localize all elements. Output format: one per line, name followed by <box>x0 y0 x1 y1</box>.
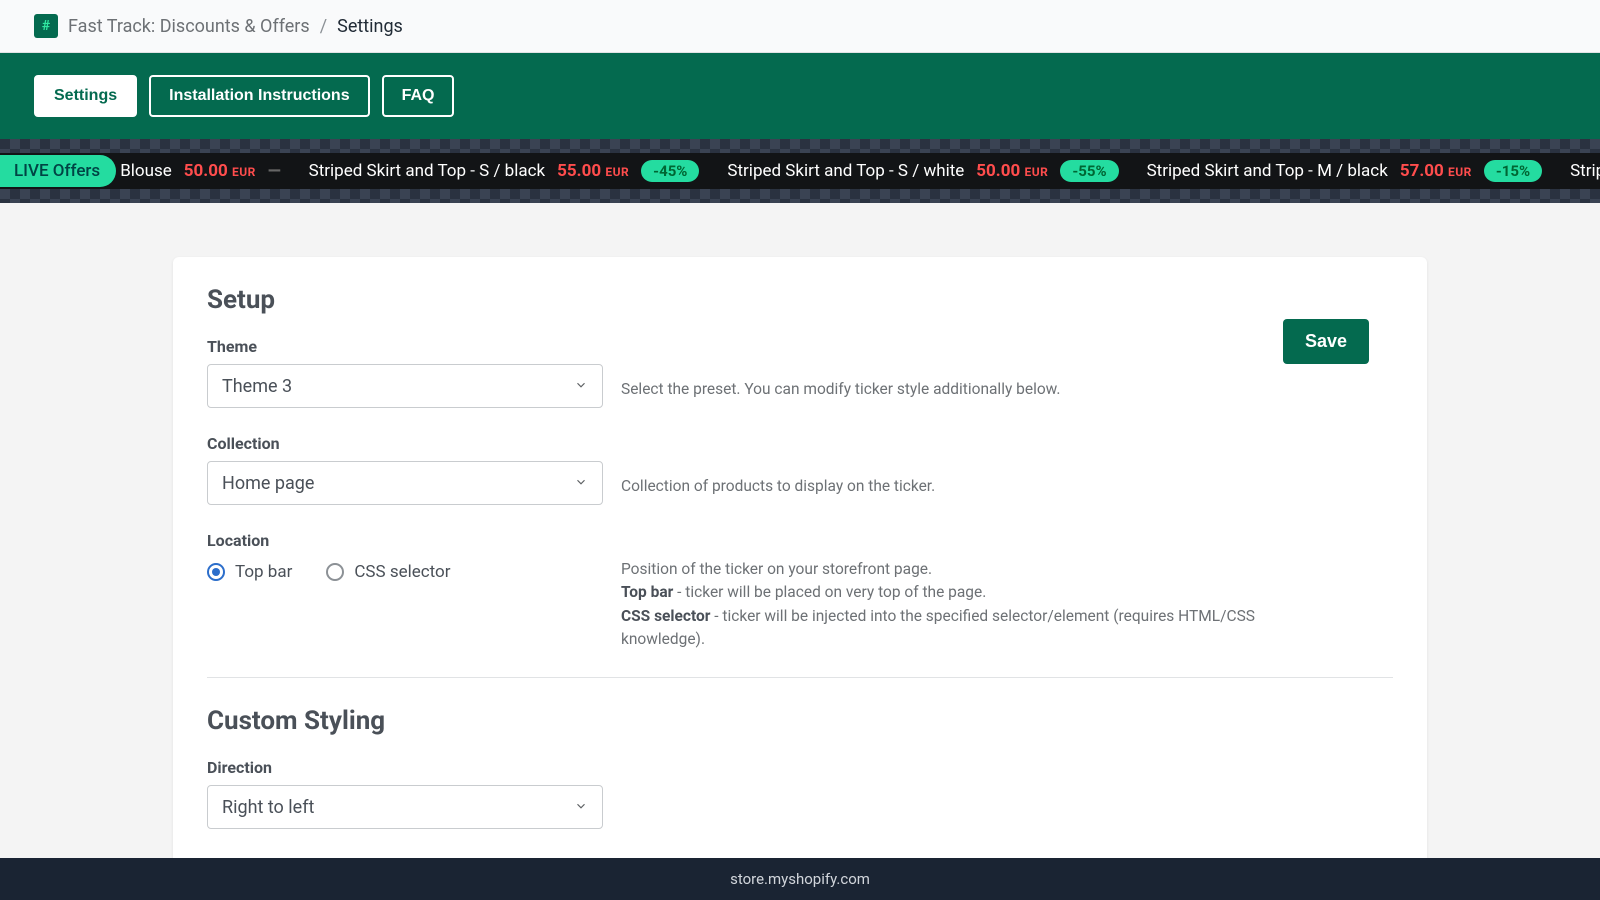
app-icon: # <box>34 14 58 38</box>
location-hint-topbar-key: Top bar <box>621 583 673 601</box>
collection-select[interactable]: Home page <box>207 461 603 505</box>
ticker-price: 50.00 EUR <box>184 161 256 181</box>
collection-select-value: Home page <box>222 473 314 494</box>
ticker-product-name: Blouse <box>120 161 172 181</box>
ticker-dash-icon: — <box>268 161 281 181</box>
ticker-price: 50.00 EUR <box>976 161 1048 181</box>
footer-domain: store.myshopify.com <box>730 870 870 888</box>
discount-badge: -55% <box>1060 160 1118 182</box>
ticker-item: Striped Skirt and Top - M / black 57.00 … <box>1147 160 1543 182</box>
discount-badge: -15% <box>1484 160 1542 182</box>
direction-select-value: Right to left <box>222 797 314 818</box>
tab-installation[interactable]: Installation Instructions <box>149 75 369 117</box>
radio-dot-icon <box>207 563 225 581</box>
tab-faq[interactable]: FAQ <box>382 75 455 117</box>
radio-label: Top bar <box>235 562 292 582</box>
theme-select[interactable]: Theme 3 <box>207 364 603 408</box>
location-hint-intro: Position of the ticker on your storefron… <box>621 558 1341 581</box>
breadcrumb-app-name[interactable]: Fast Track: Discounts & Offers <box>68 16 310 37</box>
chevron-down-icon <box>574 797 588 818</box>
theme-label: Theme <box>207 337 1393 356</box>
ticker-product-name: Striped Skirt and Top - S / black <box>309 161 546 181</box>
collection-hint: Collection of products to display on the… <box>621 461 935 498</box>
ticker-strip: LIVE Offers Blouse 50.00 EUR — Striped S… <box>0 153 1600 189</box>
setup-heading: Setup <box>207 285 1393 315</box>
location-hint-css-text: - ticker will be injected into the speci… <box>621 607 1255 648</box>
ticker-item: Blouse 50.00 EUR — <box>120 161 280 181</box>
live-offers-pill: LIVE Offers <box>0 155 116 187</box>
location-radio-topbar[interactable]: Top bar <box>207 562 292 582</box>
chevron-down-icon <box>574 376 588 397</box>
ticker-track: Blouse 50.00 EUR — Striped Skirt and Top… <box>120 160 1600 182</box>
radio-label: CSS selector <box>354 562 450 582</box>
ticker-item: Striped Skirt and Top - S / black 55.00 … <box>309 160 700 182</box>
location-hint: Position of the ticker on your storefron… <box>621 558 1341 651</box>
ticker-preview: LIVE Offers Blouse 50.00 EUR — Striped S… <box>0 139 1600 203</box>
breadcrumb-current: Settings <box>337 16 403 37</box>
theme-hint: Select the preset. You can modify ticker… <box>621 364 1060 401</box>
ticker-price: 55.00 EUR <box>557 161 629 181</box>
footer-bar: store.myshopify.com <box>0 858 1600 900</box>
direction-label: Direction <box>207 758 1393 777</box>
location-label: Location <box>207 531 1393 550</box>
theme-select-value: Theme 3 <box>222 376 292 397</box>
location-radio-css[interactable]: CSS selector <box>326 562 450 582</box>
location-hint-topbar-text: - ticker will be placed on very top of t… <box>673 583 986 601</box>
chevron-down-icon <box>574 473 588 494</box>
tab-settings[interactable]: Settings <box>34 75 137 117</box>
direction-select[interactable]: Right to left <box>207 785 603 829</box>
custom-styling-heading: Custom Styling <box>207 706 1393 736</box>
location-hint-css-key: CSS selector <box>621 607 710 625</box>
section-divider <box>207 677 1393 678</box>
ticker-price: 57.00 EUR <box>1400 161 1472 181</box>
save-button[interactable]: Save <box>1283 319 1369 364</box>
settings-card: Save Setup Theme Theme 3 Select the pres… <box>173 257 1427 865</box>
breadcrumb: # Fast Track: Discounts & Offers / Setti… <box>0 0 1600 53</box>
ticker-product-name: Striped Skirt and Top - M / black <box>1147 161 1388 181</box>
collection-label: Collection <box>207 434 1393 453</box>
ticker-product-name: Striped Skirt and Top - M / <box>1570 161 1600 181</box>
tab-bar: Settings Installation Instructions FAQ <box>0 53 1600 139</box>
ticker-item: Striped Skirt and Top - S / white 50.00 … <box>727 160 1118 182</box>
discount-badge: -45% <box>641 160 699 182</box>
radio-dot-icon <box>326 563 344 581</box>
ticker-product-name: Striped Skirt and Top - S / white <box>727 161 964 181</box>
ticker-item: Striped Skirt and Top - M / <box>1570 161 1600 181</box>
breadcrumb-separator: / <box>320 16 327 37</box>
